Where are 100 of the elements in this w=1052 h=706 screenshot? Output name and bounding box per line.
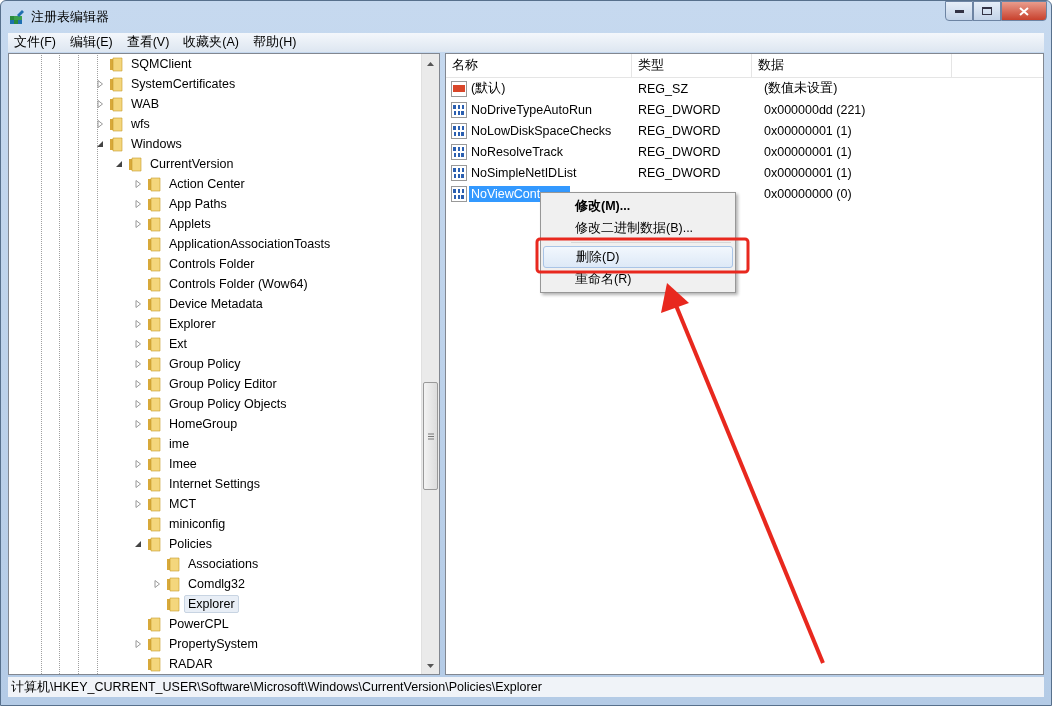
close-icon	[1019, 6, 1029, 16]
column-header[interactable]: 名称	[446, 54, 632, 77]
close-button[interactable]	[1001, 1, 1047, 21]
collapsed-arrow-icon[interactable]	[135, 460, 142, 468]
folder-icon	[146, 456, 162, 472]
tree-item[interactable]: SQMClient	[127, 55, 196, 73]
collapsed-arrow-icon[interactable]	[135, 380, 142, 388]
collapsed-arrow-icon[interactable]	[154, 580, 161, 588]
collapsed-arrow-icon[interactable]	[135, 200, 142, 208]
tree-item[interactable]: App Paths	[165, 195, 231, 213]
folder-icon	[146, 656, 162, 672]
minimize-button[interactable]	[945, 1, 973, 21]
tree-item[interactable]: wfs	[127, 115, 154, 133]
context-menu-item[interactable]: 修改二进制数据(B)...	[543, 217, 733, 239]
tree-item[interactable]: PowerCPL	[165, 615, 233, 633]
menu-item[interactable]: 收藏夹(A)	[183, 34, 239, 51]
collapsed-arrow-icon[interactable]	[135, 180, 142, 188]
collapsed-arrow-icon[interactable]	[97, 80, 104, 88]
folder-icon	[146, 396, 162, 412]
binary-value-icon	[451, 185, 467, 202]
value-name[interactable]: NoDriveTypeAutoRun	[469, 101, 594, 118]
column-header[interactable]: 类型	[632, 54, 752, 77]
value-name[interactable]: NoLowDiskSpaceChecks	[469, 122, 614, 139]
tree-item[interactable]: Associations	[184, 555, 263, 573]
context-menu-item[interactable]: 删除(D)	[543, 246, 733, 268]
folder-icon	[146, 256, 162, 272]
value-data: 0x00000001 (1)	[763, 144, 853, 159]
value-name[interactable]: (默认)	[469, 79, 508, 98]
collapsed-arrow-icon[interactable]	[97, 100, 104, 108]
folder-icon	[165, 596, 181, 612]
tree-item[interactable]: CurrentVersion	[146, 155, 238, 173]
tree-item[interactable]: Group Policy Objects	[165, 395, 291, 413]
value-data: 0x00000001 (1)	[763, 123, 853, 138]
collapsed-arrow-icon[interactable]	[135, 400, 142, 408]
folder-icon	[146, 416, 162, 432]
expanded-arrow-icon[interactable]	[116, 160, 123, 168]
scroll-down-icon	[427, 664, 434, 668]
menu-item[interactable]: 查看(V)	[126, 34, 170, 51]
collapsed-arrow-icon[interactable]	[97, 120, 104, 128]
tree-item[interactable]: PropertySystem	[165, 635, 262, 653]
tree-item[interactable]: Action Center	[165, 175, 249, 193]
collapsed-arrow-icon[interactable]	[135, 300, 142, 308]
window-title: 注册表编辑器	[31, 8, 109, 26]
tree-item[interactable]: MCT	[165, 495, 201, 513]
folder-icon	[146, 176, 162, 192]
tree-item[interactable]: miniconfig	[165, 515, 230, 533]
tree-item[interactable]: RADAR	[165, 655, 217, 673]
tree-item[interactable]: ime	[165, 435, 194, 453]
tree-item[interactable]: WAB	[127, 95, 163, 113]
collapsed-arrow-icon[interactable]	[135, 420, 142, 428]
tree-item[interactable]: Device Metadata	[165, 295, 267, 313]
collapsed-arrow-icon[interactable]	[135, 360, 142, 368]
grip-icon	[427, 432, 434, 440]
folder-icon	[146, 356, 162, 372]
tree-item[interactable]: Group Policy	[165, 355, 245, 373]
collapsed-arrow-icon[interactable]	[135, 480, 142, 488]
value-data: (数值未设置)	[763, 80, 839, 97]
minimize-icon	[954, 9, 964, 13]
tree-item[interactable]: Group Policy Editor	[165, 375, 281, 393]
scrollbar[interactable]	[421, 54, 439, 674]
menu-item[interactable]: 编辑(E)	[69, 34, 113, 51]
maximize-button[interactable]	[973, 1, 1001, 21]
tree-item[interactable]: ApplicationAssociationToasts	[165, 235, 335, 253]
binary-value-icon	[451, 101, 467, 118]
tree-item[interactable]: Controls Folder (Wow64)	[165, 275, 312, 293]
folder-icon	[146, 316, 162, 332]
scroll-thumb[interactable]	[423, 382, 438, 490]
folder-icon	[146, 216, 162, 232]
tree-item[interactable]: Ext	[165, 335, 192, 353]
menu-item[interactable]: 帮助(H)	[253, 34, 297, 51]
tree-item[interactable]: Comdlg32	[184, 575, 249, 593]
menu-item[interactable]: 文件(F)	[14, 34, 56, 51]
collapsed-arrow-icon[interactable]	[135, 500, 142, 508]
binary-value-icon	[451, 122, 467, 139]
expanded-arrow-icon[interactable]	[135, 540, 142, 548]
collapsed-arrow-icon[interactable]	[135, 340, 142, 348]
tree-item[interactable]: SystemCertificates	[127, 75, 240, 93]
column-header[interactable]: 数据	[752, 54, 952, 77]
tree-item[interactable]: Windows	[127, 135, 186, 153]
value-name[interactable]: NoResolveTrack	[469, 143, 565, 160]
collapsed-arrow-icon[interactable]	[135, 220, 142, 228]
status-bar: 计算机\HKEY_CURRENT_USER\Software\Microsoft\Windows\CurrentVersion\Policies\Explorer	[8, 677, 1044, 697]
tree-item[interactable]: Controls Folder	[165, 255, 259, 273]
folder-icon	[165, 556, 181, 572]
tree-item[interactable]: Policies	[165, 535, 217, 553]
folder-icon	[146, 516, 162, 532]
tree-item[interactable]: HomeGroup	[165, 415, 242, 433]
scroll-up-icon	[427, 62, 434, 66]
collapsed-arrow-icon[interactable]	[135, 320, 142, 328]
tree-item[interactable]: Explorer	[184, 595, 239, 613]
folder-icon	[146, 376, 162, 392]
tree-item[interactable]: Internet Settings	[165, 475, 265, 493]
tree-item[interactable]: Applets	[165, 215, 215, 233]
expanded-arrow-icon[interactable]	[97, 140, 104, 148]
tree-item[interactable]: Imee	[165, 455, 201, 473]
tree-item[interactable]: Explorer	[165, 315, 220, 333]
folder-icon	[146, 436, 162, 452]
folder-icon	[146, 336, 162, 352]
value-name[interactable]: NoSimpleNetIDList	[469, 164, 579, 181]
collapsed-arrow-icon[interactable]	[135, 640, 142, 648]
